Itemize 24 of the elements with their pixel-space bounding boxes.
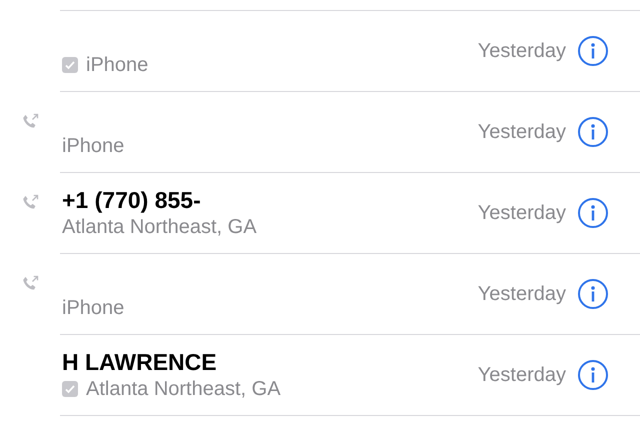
info-button[interactable] bbox=[578, 36, 608, 66]
call-time: Yesterday bbox=[478, 120, 566, 144]
info-button[interactable] bbox=[578, 279, 608, 309]
info-icon bbox=[590, 205, 596, 221]
call-subtitle: iPhone bbox=[62, 134, 124, 158]
call-time: Yesterday bbox=[478, 40, 566, 62]
call-time: Yesterday bbox=[478, 282, 566, 306]
call-subtitle: iPhone bbox=[62, 296, 124, 320]
call-time: Yesterday bbox=[478, 364, 566, 386]
call-time: Yesterday bbox=[478, 202, 566, 224]
contact-name: +1 (770) 855- bbox=[62, 186, 202, 214]
call-subtitle: Atlanta Northeast, GA bbox=[62, 214, 257, 240]
info-icon bbox=[590, 124, 596, 140]
info-button[interactable] bbox=[578, 198, 608, 228]
verified-check-icon bbox=[62, 380, 78, 396]
info-button[interactable] bbox=[578, 117, 608, 147]
info-button[interactable] bbox=[578, 360, 608, 390]
verified-check-icon bbox=[62, 56, 78, 72]
contact-name: H LAWRENCE bbox=[62, 348, 218, 376]
call-subtitle: Atlanta Northeast, GA bbox=[86, 376, 281, 402]
info-icon bbox=[590, 286, 596, 302]
info-icon bbox=[590, 367, 596, 383]
call-subtitle: iPhone bbox=[86, 52, 148, 78]
info-icon bbox=[590, 43, 596, 59]
